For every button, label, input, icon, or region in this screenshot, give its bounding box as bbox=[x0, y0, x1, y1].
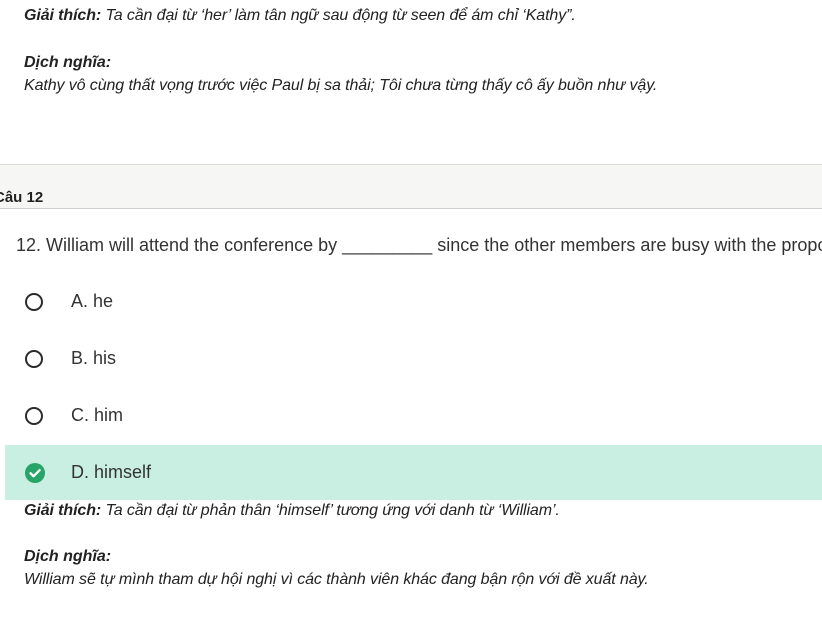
explanation-text: Ta cần đại từ phản thân ‘himself’ tương … bbox=[101, 502, 560, 519]
option-label: A. he bbox=[71, 291, 114, 311]
radio-icon[interactable] bbox=[25, 407, 43, 425]
translation-label: Dịch nghĩa: bbox=[24, 548, 112, 565]
question-header: Câu 12 bbox=[0, 164, 822, 209]
option-label: C. him bbox=[71, 405, 124, 425]
explanation-line: Giải thích: Ta cần đại từ phản thân ‘him… bbox=[24, 502, 560, 520]
prev-explanation: Giải thích: Ta cần đại từ ‘her’ làm tân … bbox=[24, 7, 576, 25]
prev-translation-label: Dịch nghĩa: bbox=[24, 54, 112, 71]
prev-explanation-text: Ta cần đại từ ‘her’ làm tân ngữ sau động… bbox=[101, 7, 576, 24]
prev-explanation-label: Giải thích: bbox=[24, 7, 102, 24]
option-label: B. his bbox=[71, 348, 117, 368]
prev-translation-text: Kathy vô cùng thất vọng trước việc Paul … bbox=[24, 77, 658, 94]
explanation-label: Giải thích: bbox=[24, 502, 102, 519]
question-text: 12. William will attend the conference b… bbox=[16, 235, 822, 255]
option-b[interactable]: B. his bbox=[5, 331, 822, 386]
option-label: D. himself bbox=[71, 462, 152, 482]
radio-icon[interactable] bbox=[25, 350, 43, 368]
prev-explanation-line: Giải thích: Ta cần đại từ ‘her’ làm tân … bbox=[24, 7, 576, 25]
option-a[interactable]: A. he bbox=[5, 274, 822, 329]
translation-text: William sẽ tự mình tham dự hội nghị vì c… bbox=[24, 571, 649, 588]
check-circle-icon bbox=[25, 463, 45, 483]
translation: Dịch nghĩa: William sẽ tự mình tham dự h… bbox=[24, 548, 649, 589]
option-d[interactable]: D. himself bbox=[5, 445, 822, 500]
option-c[interactable]: C. him bbox=[5, 388, 822, 443]
radio-icon[interactable] bbox=[25, 293, 43, 311]
explanation: Giải thích: Ta cần đại từ phản thân ‘him… bbox=[24, 502, 560, 520]
prev-translation: Dịch nghĩa: Kathy vô cùng thất vọng trướ… bbox=[24, 54, 657, 95]
question-number: Câu 12 bbox=[0, 189, 44, 206]
